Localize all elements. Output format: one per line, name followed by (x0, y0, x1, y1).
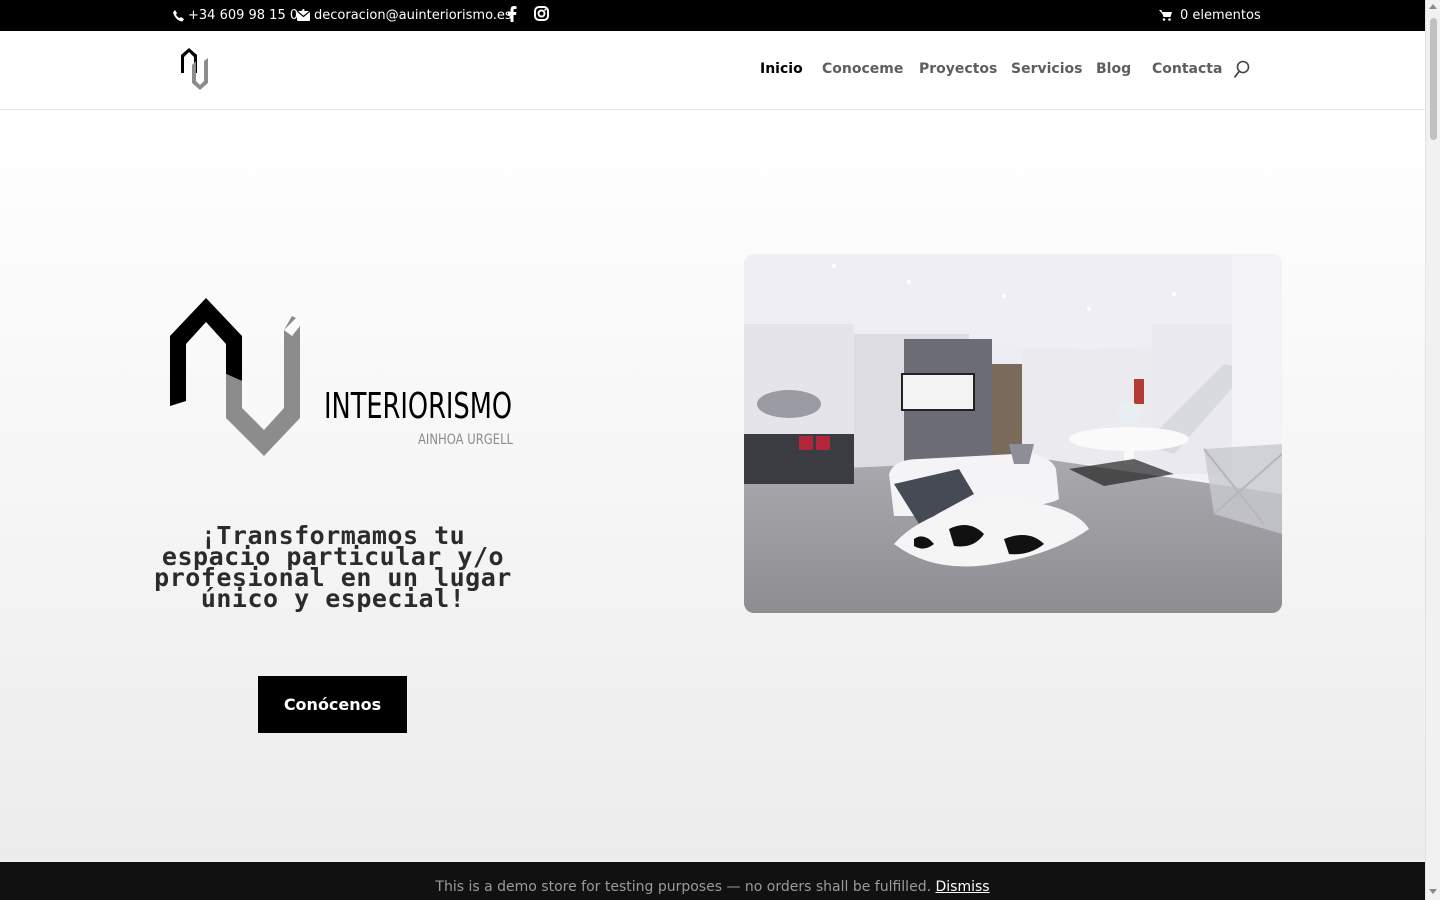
living-room-photo (744, 254, 1282, 613)
scroll-up-arrow-icon[interactable] (1429, 4, 1437, 9)
nav-item-inicio[interactable]: Inicio (760, 61, 803, 77)
cart-link[interactable]: 0 elementos (1159, 8, 1261, 23)
dismiss-link[interactable]: Dismiss (935, 879, 989, 895)
conocenos-button[interactable]: Conócenos (258, 676, 407, 733)
nav-item-conoceme[interactable]: Conoceme (822, 61, 903, 77)
phone-link[interactable]: +34 609 98 15 04 (173, 8, 306, 23)
nav-item-blog[interactable]: Blog (1096, 61, 1131, 77)
logo-subtitle: AINHOA URGELL (418, 432, 513, 448)
cart-count: 0 elementos (1180, 8, 1261, 23)
cart-icon (1159, 10, 1172, 21)
nav-item-servicios[interactable]: Servicios (1011, 61, 1082, 77)
nav-item-contacta[interactable]: Contacta (1152, 61, 1222, 77)
facebook-link[interactable] (507, 6, 517, 22)
logo-wordmark: INTERIORISMO (324, 386, 512, 427)
logo[interactable] (178, 47, 214, 91)
search-icon[interactable] (1233, 60, 1251, 80)
instagram-icon (534, 6, 549, 21)
demo-store-notice: This is a demo store for testing purpose… (0, 862, 1425, 900)
page-scrollbar[interactable] (1425, 0, 1440, 900)
facebook-icon (508, 6, 517, 22)
instagram-link[interactable] (534, 6, 549, 21)
envelope-icon (297, 10, 310, 21)
notice-text: This is a demo store for testing purpose… (435, 879, 932, 895)
phone-icon (173, 9, 184, 21)
brand-logo: INTERIORISMO AINHOA URGELL (170, 298, 513, 456)
site-header: Inicio Conoceme Proyectos Servicios Blog… (0, 31, 1425, 110)
top-bar: +34 609 98 15 04 decoracion@auinterioris… (0, 0, 1425, 31)
phone-number: +34 609 98 15 04 (188, 8, 307, 23)
email-link[interactable]: decoracion@auinteriorismo.es (297, 8, 512, 23)
email-address: decoracion@auinteriorismo.es (314, 8, 512, 23)
nav-item-proyectos[interactable]: Proyectos (919, 61, 997, 77)
hero-tagline: ¡Transformamos tu espacio particular y/o… (154, 521, 512, 613)
scroll-thumb[interactable] (1430, 18, 1437, 140)
scroll-down-arrow-icon[interactable] (1429, 889, 1437, 894)
